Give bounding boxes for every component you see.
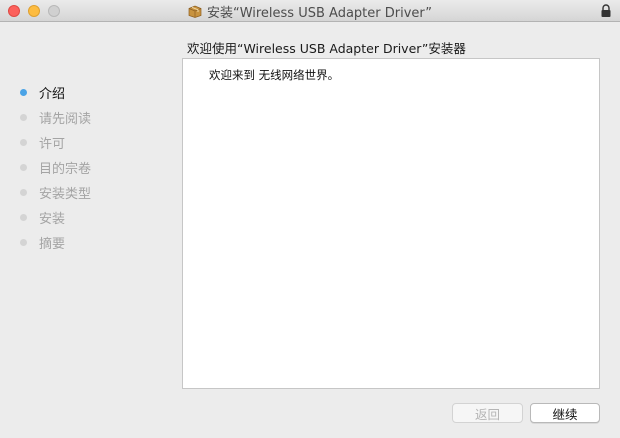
- content-panel[interactable]: 欢迎来到 无线网络世界。: [182, 58, 600, 389]
- step-destination: 目的宗卷: [20, 155, 91, 180]
- step-indicator-dot: [20, 89, 27, 96]
- step-installation-type: 安装类型: [20, 180, 91, 205]
- step-label: 介绍: [39, 87, 66, 102]
- installer-window: 安装“Wireless USB Adapter Driver” 欢迎使用“Wir…: [0, 0, 620, 438]
- page-title: 欢迎使用“Wireless USB Adapter Driver”安装器: [187, 41, 466, 56]
- step-indicator-dot: [20, 214, 27, 221]
- step-label: 安装类型: [39, 187, 92, 202]
- step-read-me: 请先阅读: [20, 105, 91, 130]
- step-indicator-dot: [20, 139, 27, 146]
- step-label: 许可: [39, 137, 66, 152]
- step-indicator-dot: [20, 189, 27, 196]
- back-button[interactable]: 返回: [452, 403, 523, 423]
- step-label: 安装: [39, 212, 66, 227]
- step-indicator-dot: [20, 164, 27, 171]
- window-title: 安装“Wireless USB Adapter Driver”: [206, 5, 433, 21]
- continue-button[interactable]: 继续: [530, 403, 600, 423]
- lock-icon: [601, 4, 611, 17]
- step-summary: 摘要: [20, 230, 91, 255]
- window-title-group: 安装“Wireless USB Adapter Driver”: [0, 0, 620, 22]
- step-license: 许可: [20, 130, 91, 155]
- package-icon: [188, 5, 202, 18]
- welcome-text: 欢迎来到 无线网络世界。: [209, 68, 340, 82]
- step-indicator-dot: [20, 239, 27, 246]
- title-bar[interactable]: 安装“Wireless USB Adapter Driver”: [0, 0, 620, 22]
- step-installation: 安装: [20, 205, 91, 230]
- step-indicator-dot: [20, 114, 27, 121]
- step-label: 目的宗卷: [39, 162, 92, 177]
- step-label: 请先阅读: [39, 112, 92, 127]
- step-label: 摘要: [39, 237, 66, 252]
- step-introduction: 介绍: [20, 80, 91, 105]
- installer-steps-sidebar: 介绍 请先阅读 许可 目的宗卷 安装类型 安装 摘要: [20, 80, 91, 255]
